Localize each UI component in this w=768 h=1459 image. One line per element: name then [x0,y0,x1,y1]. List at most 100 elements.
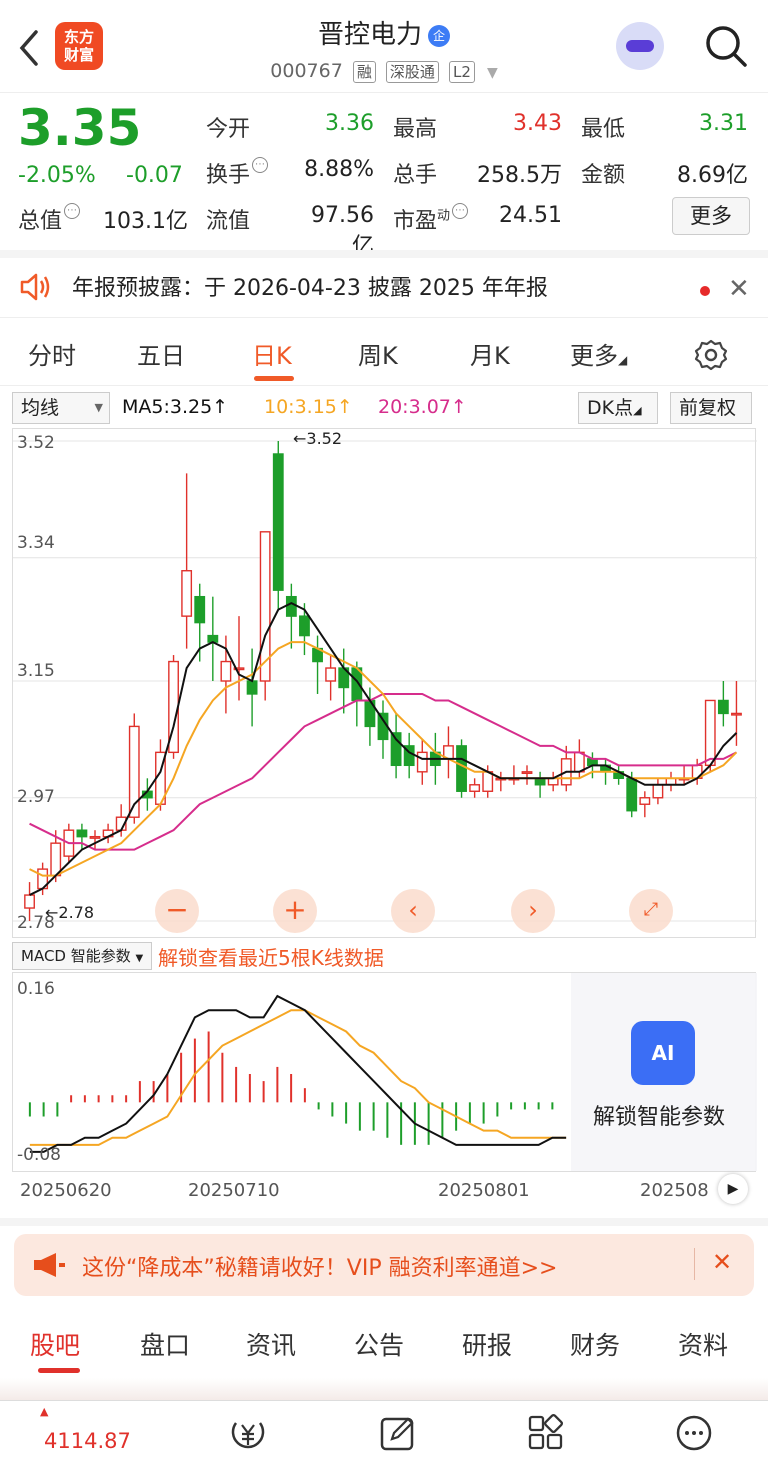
tab-weekly-k[interactable]: 周K [358,336,398,371]
turnover-value: 8.88% [304,157,374,182]
zoom-out-icon[interactable]: − [155,889,199,933]
scroll-right-icon[interactable]: ▶ [718,1174,748,1204]
prev-icon[interactable]: ‹ [391,889,435,933]
tab-daily-k[interactable]: 日K [252,336,292,371]
expand-icon[interactable]: ⤢ [629,889,673,933]
candle [403,732,415,779]
active-tab-indicator [38,1368,80,1373]
candle [508,765,520,785]
tab-finance[interactable]: 财务 [570,1326,620,1362]
dk-point-select[interactable]: DK点◢ [578,392,658,424]
macd-select[interactable]: MACD 智能参数 ▼ [12,942,153,970]
date-label: 202508 [640,1180,709,1201]
pe-value: 24.51 [499,203,562,228]
candle [678,765,690,785]
header-bar: 东方 财富 晋控电力企 000767 融 深股通 L2 ▼ [0,0,768,92]
candle [338,648,350,714]
tab-research[interactable]: 研报 [462,1326,512,1362]
date-label: 20250620 [20,1180,112,1201]
close-icon[interactable]: ✕ [728,274,750,304]
candle-body [573,751,585,773]
float-label: 流值 [206,209,251,234]
amount-value: 8.69亿 [677,163,748,188]
candle [521,765,533,785]
macd-unlock-link[interactable]: 解锁查看最近5根K线数据 [158,942,384,971]
candle-body [220,660,232,682]
ai-icon: AI [631,1021,695,1085]
tab-more[interactable]: 更多◢ [570,336,627,371]
ma10-legend: 10:3.15↑ [264,396,353,418]
candle [416,739,428,785]
candle-body [456,745,467,792]
candle [613,765,625,785]
candle-body [285,595,297,617]
tab-intraday[interactable]: 分时 [28,336,76,371]
notice-text: 年报预披露：于 2026-04-23 披露 2025 年年报 [72,276,548,301]
vip-text: 这份“降成本”秘籍请收好！VIP 融资利率通道>> [82,1256,558,1281]
more-menu-icon[interactable] [674,1413,714,1453]
tab-handicap[interactable]: 盘口 [140,1326,190,1362]
candle [547,771,559,792]
candle-body [469,784,481,792]
more-button[interactable]: 更多 [672,197,750,235]
next-icon[interactable]: › [511,889,555,933]
kline-chart[interactable]: 3.52 3.34 3.15 2.97 2.78 ←3.52 ←2.78 − +… [12,428,757,938]
kline-svg [13,440,757,922]
tab-profile[interactable]: 资料 [678,1326,728,1362]
tab-announcements[interactable]: 公告 [354,1326,404,1362]
y-tick-label: 2.97 [17,787,55,807]
candle-body [717,699,729,715]
candle-body [299,615,310,637]
info-icon[interactable]: ⋯ [252,157,269,173]
trade-yuan-icon[interactable] [228,1413,268,1453]
notice-bar[interactable]: 年报预披露：于 2026-04-23 披露 2025 年年报 ✕ [0,250,768,318]
candle [89,830,101,850]
zoom-in-icon[interactable]: + [273,889,317,933]
info-icon[interactable]: ⋯ [64,203,81,219]
candle [272,441,284,610]
y-tick-label: 3.52 [17,433,55,453]
unread-dot [700,286,710,296]
pe-label: 市盈动 ⋯ [393,203,469,235]
vip-banner[interactable]: 这份“降成本”秘籍请收好！VIP 融资利率通道>> ✕ [14,1234,754,1296]
index-value[interactable]: 4114.87 [44,1429,131,1453]
period-tabs: 分时 五日 日K 周K 月K 更多◢ [0,320,768,386]
ai-unlock-text: 解锁智能参数 [593,1105,726,1130]
high-marker: ←3.52 [293,429,343,448]
y-tick-label: 3.34 [17,533,55,553]
search-icon[interactable] [704,24,748,68]
ai-unlock-panel[interactable]: AI 解锁智能参数 [571,973,757,1171]
tab-news[interactable]: 资讯 [246,1326,296,1362]
divider [0,1218,768,1226]
indicator-select[interactable]: 均线 ▼ [12,392,110,424]
date-axis: 20250620 20250710 20250801 202508 ▶ [0,1172,768,1212]
tab-monthly-k[interactable]: 月K [470,336,510,371]
volume-label: 总手 [393,163,438,188]
dea-line [29,1009,567,1146]
edit-post-icon[interactable] [378,1413,418,1453]
speaker-icon [18,270,52,308]
candle [443,726,454,779]
adjust-select[interactable]: 前复权 [670,392,752,424]
candle [495,771,507,792]
candle [469,778,481,798]
apps-grid-icon[interactable] [526,1413,566,1453]
candle [246,648,258,727]
info-icon[interactable]: ⋯ [452,203,469,219]
macd-chart[interactable]: 0.16 -0.08 AI 解锁智能参数 [12,972,757,1172]
enterprise-badge-icon: 企 [428,24,450,47]
assistant-robot-icon[interactable] [616,22,664,70]
tag-l2: L2 [448,61,475,83]
up-arrow-icon: ▲ [40,1405,49,1418]
ma-legend-row: 均线 ▼ MA5:3.25↑ 10:3.15↑ 20:3.07↑ DK点◢ 前复权 [0,388,768,428]
settings-gear-icon[interactable] [694,338,728,376]
candle [325,655,337,701]
candle [233,616,245,701]
candle-body [181,570,193,617]
candle [665,771,677,792]
tab-five-day[interactable]: 五日 [137,336,185,371]
stock-name: 晋控电力 [317,20,422,50]
dropdown-triangle-icon: ▼ [486,65,498,81]
tab-forum[interactable]: 股吧 [30,1326,80,1362]
close-icon[interactable]: ✕ [712,1248,732,1276]
